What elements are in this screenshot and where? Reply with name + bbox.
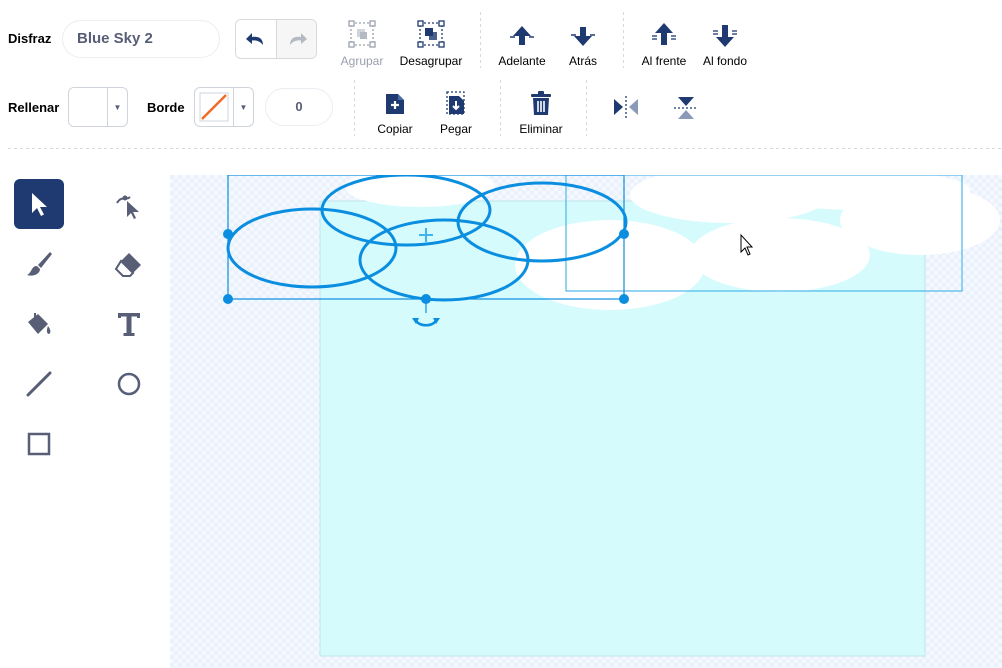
paste-label: Pegar [439, 122, 473, 136]
resize-handle[interactable] [223, 229, 233, 239]
toolbar-divider [500, 80, 501, 136]
fill-tool[interactable] [14, 299, 64, 349]
toolbar-divider [623, 12, 624, 68]
to-front-label: Al frente [641, 54, 687, 68]
reshape-tool[interactable] [104, 179, 154, 229]
outline-swatch [195, 88, 233, 126]
ungroup-label: Desagrupar [399, 54, 463, 68]
costume-name-input[interactable]: Blue Sky 2 [62, 20, 220, 58]
line-icon [26, 371, 52, 397]
circle-tool[interactable] [104, 359, 154, 409]
paste-icon [446, 91, 465, 115]
delete-button[interactable]: Eliminar [514, 86, 568, 136]
toolbar-bottom-divider [8, 148, 1002, 149]
text-icon [118, 313, 140, 336]
toolbar-divider [586, 80, 587, 136]
outline-width-input[interactable]: 0 [265, 88, 333, 126]
to-back-icon [713, 25, 737, 47]
flip-horizontal-icon [614, 96, 638, 118]
outline-color-picker[interactable]: ▼ [194, 87, 254, 127]
costume-label: Disfraz [8, 31, 52, 46]
backward-button[interactable]: Atrás [558, 18, 608, 68]
eraser-icon [114, 253, 141, 277]
resize-handle[interactable] [421, 294, 431, 304]
undo-redo-group [235, 19, 317, 59]
outline-label: Borde [147, 100, 185, 115]
delete-label: Eliminar [519, 122, 563, 136]
toolbar-divider [354, 80, 355, 136]
to-front-icon [652, 23, 676, 45]
no-color-icon [199, 92, 229, 122]
flip-horizontal-button[interactable] [611, 94, 641, 125]
group-label: Agrupar [340, 54, 384, 68]
rectangle-tool[interactable] [14, 419, 64, 469]
copy-button[interactable]: Copiar [372, 86, 418, 136]
paste-button[interactable]: Pegar [434, 86, 478, 136]
fill-label: Rellenar [8, 100, 60, 115]
circle-icon [117, 372, 141, 396]
text-tool[interactable] [104, 299, 154, 349]
to-back-button[interactable]: Al fondo [698, 18, 752, 68]
toolbar-divider [480, 12, 481, 68]
costume-name-value: Blue Sky 2 [77, 30, 153, 47]
to-back-label: Al fondo [702, 54, 748, 68]
forward-icon [510, 26, 534, 45]
fill-color-picker[interactable]: ▼ [68, 87, 128, 127]
trash-icon [531, 91, 551, 115]
chevron-down-icon: ▼ [107, 88, 127, 126]
resize-handle[interactable] [619, 229, 629, 239]
redo-button[interactable] [276, 20, 316, 58]
select-tool[interactable] [14, 179, 64, 229]
copy-icon [386, 94, 404, 114]
paint-bucket-icon [28, 313, 51, 334]
backward-icon [571, 27, 595, 46]
fill-swatch [69, 88, 107, 126]
outline-width-value: 0 [295, 99, 303, 114]
reshape-icon [116, 195, 139, 219]
to-front-button[interactable]: Al frente [636, 18, 692, 68]
line-tool[interactable] [14, 359, 64, 409]
eraser-tool[interactable] [104, 239, 154, 289]
brush-icon [27, 252, 52, 276]
undo-button[interactable] [236, 20, 276, 58]
group-button[interactable]: Agrupar [336, 18, 388, 68]
rectangle-icon [27, 432, 51, 456]
chevron-down-icon: ▼ [233, 88, 253, 126]
ungroup-icon [417, 20, 445, 48]
undo-icon [246, 33, 263, 45]
brush-tool[interactable] [14, 239, 64, 289]
copy-label: Copiar [377, 122, 413, 136]
backward-label: Atrás [568, 54, 597, 68]
redo-icon [289, 33, 307, 45]
resize-handle[interactable] [619, 294, 629, 304]
forward-button[interactable]: Adelante [494, 18, 550, 68]
flip-vertical-icon [674, 97, 698, 119]
flip-vertical-button[interactable] [672, 94, 700, 127]
ungroup-button[interactable]: Desagrupar [396, 18, 466, 68]
forward-label: Adelante [498, 54, 546, 68]
arrow-pointer-icon [32, 193, 47, 216]
group-icon [348, 20, 376, 48]
paint-canvas[interactable] [170, 175, 1002, 668]
resize-handle[interactable] [223, 294, 233, 304]
